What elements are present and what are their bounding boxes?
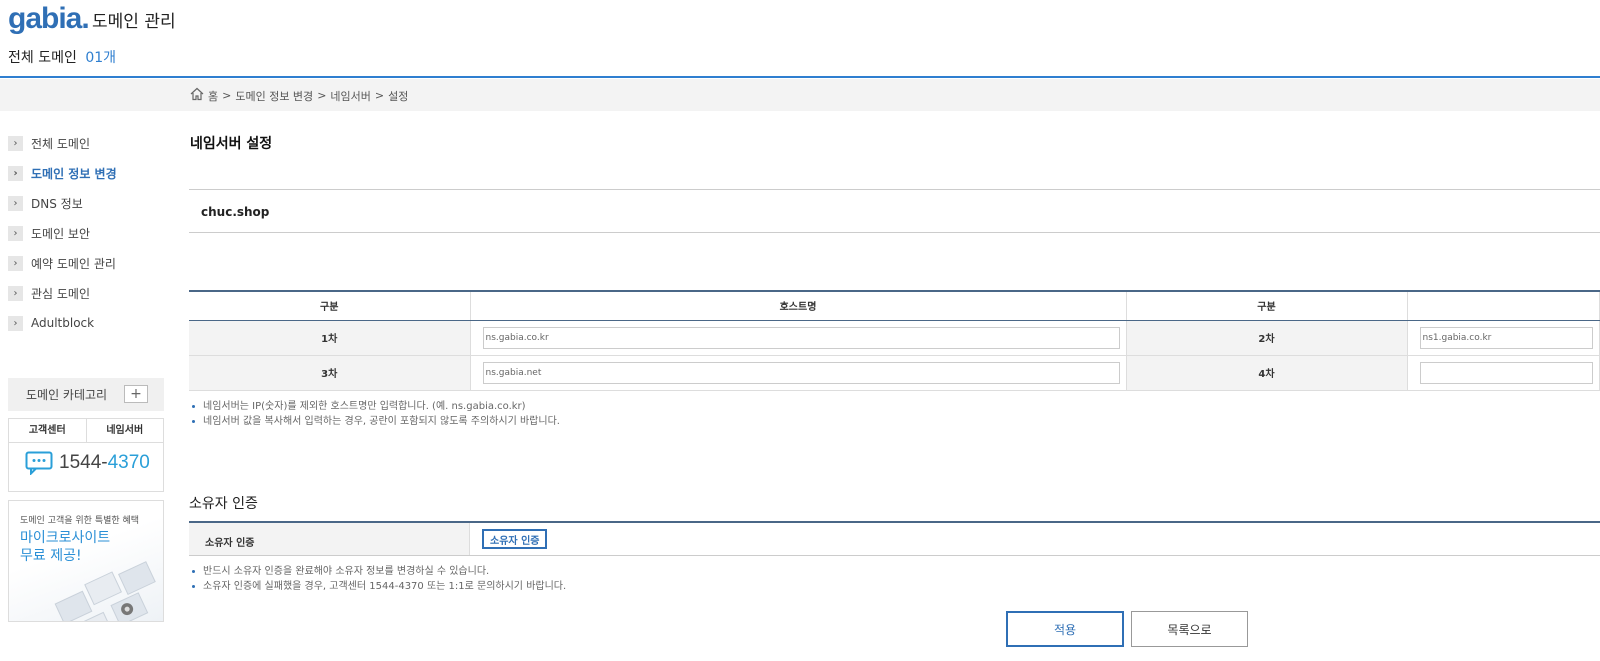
column-header: 구분: [1126, 291, 1408, 321]
ns-label: 2차: [1126, 320, 1408, 356]
note-item: 네임서버는 IP(숫자)를 제외한 호스트명만 입력합니다. (예. ns.ga…: [189, 399, 560, 414]
microsite-promo-banner[interactable]: 도메인 고객을 위한 특별한 혜택 마이크로사이트 무료 제공!: [8, 500, 164, 622]
promo-subtitle: 도메인 고객을 위한 특별한 혜택: [20, 516, 140, 526]
ns-cell: [470, 355, 1127, 391]
chevron-right-icon: ›: [8, 315, 23, 331]
support-phone: 1544- 4370: [9, 443, 163, 475]
ns-label: 3차: [189, 355, 471, 391]
breadcrumb-separator: >: [317, 89, 327, 102]
ns-label: 1차: [189, 320, 471, 356]
sidebar-item-label: 관심 도메인: [31, 286, 91, 301]
table-row: 3차 4차: [189, 355, 1600, 391]
breadcrumb-bar: 홈 > 도메인 정보 변경 > 네임서버 > 설정: [0, 79, 1600, 111]
sidebar-item-security[interactable]: › 도메인 보안: [8, 218, 164, 248]
ns-label: 4차: [1126, 355, 1408, 391]
note-item: 반드시 소유자 인증을 완료해야 소유자 정보를 변경하실 수 있습니다.: [189, 564, 566, 579]
breadcrumb-domain-info[interactable]: 도메인 정보 변경: [235, 88, 313, 104]
breadcrumb-separator: >: [222, 89, 232, 102]
header: gabia. 도메인 관리 전체 도메인 01개: [0, 0, 1600, 78]
tab-nameserver[interactable]: 네임서버: [87, 419, 164, 442]
column-header: 호스트명: [470, 291, 1127, 321]
total-domains: 전체 도메인 01개: [8, 47, 116, 67]
home-icon[interactable]: [190, 87, 204, 104]
ns2-input[interactable]: [1419, 326, 1593, 349]
chevron-right-icon: ›: [8, 135, 23, 151]
sidebar-item-label: 도메인 보안: [31, 226, 91, 241]
breadcrumb-separator: >: [374, 89, 385, 102]
promo-title-line1: 마이크로사이트: [20, 530, 111, 546]
tab-customer-center[interactable]: 고객센터: [9, 419, 87, 442]
total-domains-label: 전체 도메인: [8, 50, 77, 66]
ns-cell: [470, 320, 1127, 356]
sidebar-item-dns[interactable]: › DNS 정보: [8, 188, 164, 218]
breadcrumb-settings: 설정: [388, 89, 409, 103]
total-domains-count[interactable]: 01개: [85, 50, 116, 66]
phone-suffix: 4370: [107, 452, 150, 473]
back-to-list-button[interactable]: 목록으로: [1131, 611, 1248, 647]
microsite-illustration: [54, 561, 156, 621]
sidebar-item-domain-info[interactable]: › 도메인 정보 변경: [8, 158, 164, 188]
nameserver-table: 구분 호스트명 구분 1차 2차 3차 4차: [189, 290, 1600, 391]
sidebar-item-label: DNS 정보: [31, 196, 83, 211]
sidebar-item-label: 전체 도메인: [31, 136, 91, 151]
sidebar-item-watchlist[interactable]: › 관심 도메인: [8, 278, 164, 308]
sidebar-item-label: 예약 도메인 관리: [31, 256, 116, 271]
ns3-input[interactable]: [482, 361, 1120, 384]
sidebar-item-label: 도메인 정보 변경: [31, 166, 117, 181]
ns-cell: [1407, 320, 1600, 356]
ns4-input[interactable]: [1419, 361, 1593, 384]
page-title: 네임서버 설정: [190, 136, 273, 152]
breadcrumb: 홈 > 도메인 정보 변경 > 네임서버 > 설정: [190, 87, 408, 104]
column-header: 구분: [189, 291, 471, 321]
chevron-right-icon: ›: [8, 255, 23, 271]
gabia-logo[interactable]: gabia.: [8, 2, 90, 36]
owner-auth-title: 소유자 인증: [189, 496, 258, 512]
phone-prefix: 1544-: [59, 452, 108, 473]
column-header: [1407, 291, 1600, 321]
chevron-right-icon: ›: [8, 285, 23, 301]
support-tabs: 고객센터 네임서버: [9, 419, 163, 443]
nameserver-notes: 네임서버는 IP(숫자)를 제외한 호스트명만 입력합니다. (예. ns.ga…: [189, 399, 560, 429]
owner-auth-label: 소유자 인증: [189, 523, 470, 555]
owner-auth-row: 소유자 인증 소유자 인증: [189, 521, 1600, 556]
support-box: 고객센터 네임서버 1544- 4370: [8, 418, 164, 492]
table-row: 1차 2차: [189, 320, 1600, 356]
sidebar-item-adultblock[interactable]: › Adultblock: [8, 308, 164, 338]
sidebar: › 전체 도메인 › 도메인 정보 변경 › DNS 정보 › 도메인 보안 ›…: [8, 128, 164, 338]
domain-category-label: 도메인 카테고리: [26, 388, 108, 402]
note-item: 네임서버 값을 복사해서 입력하는 경우, 공란이 포함되지 않도록 주의하시기…: [189, 414, 560, 429]
table-header-row: 구분 호스트명 구분: [189, 291, 1600, 321]
sidebar-item-all-domains[interactable]: › 전체 도메인: [8, 128, 164, 158]
breadcrumb-home[interactable]: 홈: [208, 88, 218, 104]
owner-notes: 반드시 소유자 인증을 완료해야 소유자 정보를 변경하실 수 있습니다. 소유…: [189, 564, 566, 594]
domain-category: 도메인 카테고리 +: [8, 378, 164, 411]
app-title: 도메인 관리: [92, 12, 176, 32]
add-category-button[interactable]: +: [124, 385, 148, 403]
chat-icon: [25, 451, 53, 475]
promo-title: 마이크로사이트 무료 제공!: [20, 529, 110, 565]
apply-button[interactable]: 적용: [1006, 611, 1124, 647]
owner-auth-button[interactable]: 소유자 인증: [482, 529, 548, 549]
breadcrumb-nameserver[interactable]: 네임서버: [330, 88, 370, 104]
chevron-right-icon: ›: [8, 195, 23, 211]
chevron-right-icon: ›: [8, 225, 23, 241]
ns1-input[interactable]: [482, 326, 1120, 349]
note-item: 소유자 인증에 실패했을 경우, 고객센터 1544-4370 또는 1:1로 …: [189, 579, 566, 594]
plus-icon: +: [130, 386, 142, 402]
chevron-right-icon: ›: [8, 165, 23, 181]
sidebar-item-label: Adultblock: [31, 316, 95, 330]
sidebar-item-reserved[interactable]: › 예약 도메인 관리: [8, 248, 164, 278]
domain-name: chuc.shop: [189, 189, 1600, 233]
ns-cell: [1407, 355, 1600, 391]
